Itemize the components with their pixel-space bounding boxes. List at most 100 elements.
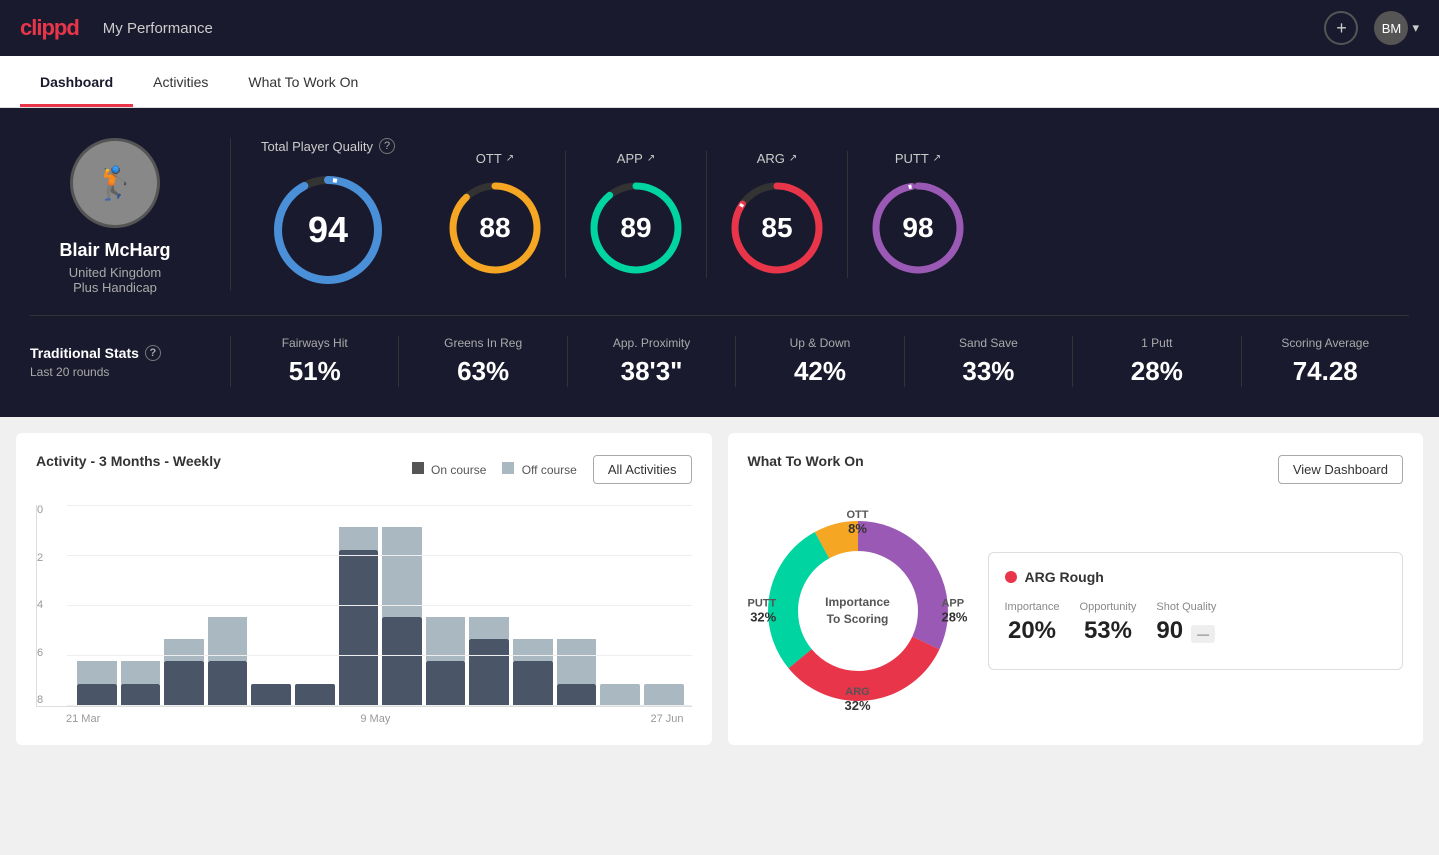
bar-group — [77, 505, 117, 706]
off-course-bar — [600, 684, 640, 706]
score-circles: OTT ↗ 88 APP ↗ — [425, 151, 1409, 278]
tpq-value: 94 — [308, 209, 348, 251]
dropdown-arrow: ▾ — [1412, 20, 1419, 36]
bar-group — [295, 505, 335, 706]
opportunity-metric: Opportunity 53% — [1080, 601, 1137, 645]
ott-circle: 88 — [445, 178, 545, 278]
off-course-bar — [121, 661, 161, 683]
stat-proximity: App. Proximity 38'3" — [567, 336, 735, 387]
bar-group — [557, 505, 597, 706]
view-dashboard-button[interactable]: View Dashboard — [1278, 455, 1403, 484]
score-arg: ARG ↗ 85 — [707, 151, 848, 278]
off-course-bar — [426, 617, 466, 662]
tpq-block: Total Player Quality ? 94 — [231, 138, 425, 290]
bar-group — [469, 505, 509, 706]
ts-help-icon[interactable]: ? — [145, 345, 161, 361]
off-course-bar — [644, 684, 684, 706]
stat-scoring: Scoring Average 74.28 — [1241, 336, 1409, 387]
off-course-bar — [557, 639, 597, 684]
x-labels: 21 Mar 9 May 27 Jun — [36, 707, 692, 725]
arg-donut-label: ARG 32% — [844, 686, 870, 713]
putt-circle: 98 — [868, 178, 968, 278]
hero-section: 🏌️ Blair McHarg United Kingdom Plus Hand… — [0, 108, 1439, 417]
header-right: + BM ▾ — [1324, 11, 1419, 45]
stat-updown: Up & Down 42% — [735, 336, 903, 387]
red-dot-icon — [1005, 571, 1017, 583]
off-course-bar — [164, 639, 204, 661]
score-ott: OTT ↗ 88 — [425, 151, 566, 278]
logo: clippd — [20, 15, 79, 41]
app-arrow: ↗ — [647, 153, 655, 164]
chart-area: 8 6 4 2 0 21 Mar 9 Ma — [36, 505, 692, 725]
on-course-bar — [121, 684, 161, 706]
tab-dashboard[interactable]: Dashboard — [20, 56, 133, 107]
on-course-bar — [164, 661, 204, 706]
avatar[interactable]: BM — [1374, 11, 1408, 45]
activity-panel: Activity - 3 Months - Weekly On course O… — [16, 433, 712, 745]
off-course-bar — [513, 639, 553, 661]
header-title: My Performance — [103, 20, 213, 37]
off-course-bar — [339, 527, 379, 549]
on-course-bar — [382, 617, 422, 706]
bars-container — [67, 505, 684, 706]
on-course-bar — [251, 684, 291, 706]
bar-group — [426, 505, 466, 706]
donut-center-text: Importance To Scoring — [825, 594, 890, 628]
header: clippd My Performance + BM ▾ — [0, 0, 1439, 56]
arg-arrow: ↗ — [789, 153, 797, 164]
user-menu[interactable]: BM ▾ — [1374, 11, 1419, 45]
chart-legend: On course Off course — [412, 462, 577, 477]
donut-chart: Importance To Scoring OTT 8% APP 28% ARG… — [748, 501, 968, 721]
on-course-bar — [77, 684, 117, 706]
traditional-stats: Traditional Stats ? Last 20 rounds — [30, 345, 230, 379]
info-card: ARG Rough Importance 20% Opportunity 53%… — [988, 552, 1404, 670]
tpq-label: Total Player Quality ? — [261, 138, 395, 154]
arg-value: 85 — [761, 212, 792, 244]
bar-group — [251, 505, 291, 706]
bar-group — [644, 505, 684, 706]
activity-header: Activity - 3 Months - Weekly On course O… — [36, 453, 692, 485]
tab-activities[interactable]: Activities — [133, 56, 228, 107]
scores-section: Total Player Quality ? 94 OTT — [230, 138, 1409, 290]
info-metrics: Importance 20% Opportunity 53% Shot Qual… — [1005, 601, 1387, 645]
tpq-circle: 94 — [268, 170, 388, 290]
activity-title: Activity - 3 Months - Weekly — [36, 453, 221, 469]
score-putt: PUTT ↗ 98 — [848, 151, 988, 278]
on-course-bar — [513, 661, 553, 706]
stat-fairways: Fairways Hit 51% — [230, 336, 398, 387]
putt-value: 98 — [902, 212, 933, 244]
nav-tabs: Dashboard Activities What To Work On — [0, 56, 1439, 108]
on-course-bar — [295, 684, 335, 706]
bar-group — [121, 505, 161, 706]
stats-row: Traditional Stats ? Last 20 rounds Fairw… — [30, 315, 1409, 387]
arg-circle: 85 — [727, 178, 827, 278]
tab-what-to-work-on[interactable]: What To Work On — [228, 56, 378, 107]
activity-controls: On course Off course All Activities — [412, 455, 692, 484]
add-button[interactable]: + — [1324, 11, 1358, 45]
all-activities-button[interactable]: All Activities — [593, 455, 692, 484]
player-handicap: Plus Handicap — [73, 280, 157, 295]
bar-group — [382, 505, 422, 706]
bar-group — [600, 505, 640, 706]
stats-grid: Fairways Hit 51% Greens In Reg 63% App. … — [230, 336, 1409, 387]
chart-grid: 8 6 4 2 0 — [36, 505, 692, 707]
off-course-bar — [77, 661, 117, 683]
putt-donut-label: PUTT 32% — [748, 598, 777, 625]
on-course-bar — [339, 550, 379, 706]
player-avatar: 🏌️ — [70, 138, 160, 228]
bar-group — [208, 505, 248, 706]
app-value: 89 — [620, 212, 651, 244]
info-card-title: ARG Rough — [1005, 569, 1387, 585]
y-labels: 8 6 4 2 0 — [37, 505, 43, 706]
wtwon-title: What To Work On — [748, 453, 864, 469]
off-course-bar — [208, 617, 248, 662]
bar-group — [339, 505, 379, 706]
off-course-bar — [382, 527, 422, 616]
stat-1putt: 1 Putt 28% — [1072, 336, 1240, 387]
score-app: APP ↗ 89 — [566, 151, 707, 278]
player-info: 🏌️ Blair McHarg United Kingdom Plus Hand… — [30, 138, 230, 295]
wtwon-header: What To Work On View Dashboard — [748, 453, 1404, 485]
app-circle: 89 — [586, 178, 686, 278]
help-icon[interactable]: ? — [379, 138, 395, 154]
player-country: United Kingdom — [69, 265, 162, 280]
